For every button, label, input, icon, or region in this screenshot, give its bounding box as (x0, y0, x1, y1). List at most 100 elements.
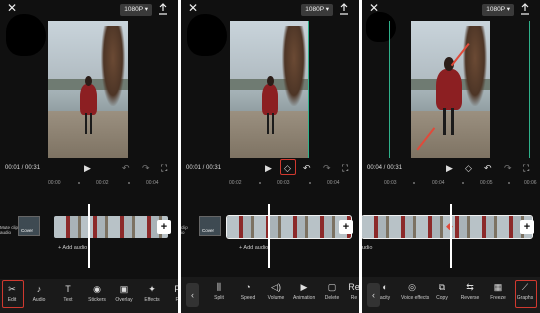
speed-icon: ◔ (245, 282, 251, 292)
replace-label: Re (350, 295, 358, 301)
reverse-tool[interactable]: ⇆ Reverse (459, 281, 481, 301)
close-icon[interactable]: ✕ (188, 2, 198, 14)
resolution-label: 1080P (486, 6, 505, 13)
add-clip-button[interactable]: + (157, 220, 171, 234)
undo-icon[interactable]: ↶ (122, 164, 130, 173)
bottom-toolbar: ✂ Edit ♪ Audio T Text ◉ Stickers ▣ Overlay ✦ E… (0, 279, 178, 313)
resolution-button[interactable]: 1080P ▾ (301, 4, 333, 16)
export-icon[interactable] (158, 3, 168, 15)
undo-icon[interactable]: ↶ (303, 164, 311, 173)
filters-tool[interactable]: FF (166, 283, 178, 303)
frame-edge-line-right (529, 21, 530, 158)
keyframe-icon[interactable]: ◇ (465, 164, 472, 173)
add-audio-button[interactable]: udio (362, 245, 372, 251)
export-icon[interactable] (339, 3, 349, 15)
freeze-icon: ▦ (493, 282, 503, 292)
replace-icon: Re (348, 282, 359, 292)
export-icon[interactable] (520, 3, 530, 15)
freeze-label: Freeze (490, 295, 506, 301)
audio-label: Audio (32, 297, 46, 303)
play-icon[interactable]: ▶ (265, 164, 272, 173)
video-clip-track-selected[interactable] (226, 215, 352, 239)
overlay-label: Overlay (115, 297, 133, 303)
voice-effects-tool[interactable]: ◎ Voice effects (401, 281, 430, 301)
copy-label: Copy (436, 295, 448, 301)
redo-icon[interactable]: ↷ (142, 164, 150, 173)
redacted-blob (366, 12, 396, 42)
cover-button[interactable]: Cover (199, 216, 221, 236)
text-tool[interactable]: T Text (57, 283, 79, 303)
video-clip-track[interactable] (54, 216, 168, 238)
resolution-button[interactable]: 1080P ▾ (482, 4, 514, 16)
opacity-label: acity (379, 295, 391, 301)
person-figure (260, 73, 281, 136)
filters-label: F (175, 297, 178, 303)
redacted-blob (187, 14, 227, 56)
fullscreen-icon[interactable]: ⛶ (523, 164, 529, 173)
replace-tool[interactable]: Re Re (343, 281, 359, 301)
audio-tool[interactable]: ♪ Audio (28, 283, 50, 303)
animation-tool[interactable]: ▶ Animation (293, 281, 315, 301)
frame-edge-line-left (389, 21, 390, 158)
speed-label: Speed (240, 295, 256, 301)
playhead[interactable] (268, 204, 270, 268)
ruler-tick: 00:00 (48, 180, 61, 186)
timeline-ruler: 00:03 00:04 00:05 00:06 (362, 180, 540, 190)
opacity-icon: ◐ (382, 282, 388, 292)
redo-icon[interactable]: ↷ (323, 164, 331, 173)
copy-icon: ⧉ (438, 282, 446, 292)
speed-tool[interactable]: ◔ Speed (237, 281, 259, 301)
play-icon[interactable]: ▶ (84, 164, 91, 173)
person-figure (433, 54, 465, 139)
volume-icon: ◁) (271, 282, 281, 292)
animation-icon: ▶ (300, 282, 308, 292)
copy-tool[interactable]: ⧉ Copy (431, 281, 453, 301)
freeze-tool[interactable]: ▦ Freeze (487, 281, 509, 301)
ruler-tick: 00:04 (432, 180, 445, 186)
ruler-tick: 00:04 (146, 180, 159, 186)
add-audio-button[interactable]: + Add audio (239, 245, 268, 251)
overlay-tool[interactable]: ▣ Overlay (113, 283, 135, 303)
play-icon[interactable]: ▶ (446, 164, 453, 173)
undo-icon[interactable]: ↶ (484, 164, 492, 173)
voice-effects-label: Voice effects (401, 295, 430, 301)
delete-label: Delete (324, 295, 340, 301)
mute-clip-audio-label[interactable]: Mute clip audio (0, 225, 18, 235)
ruler-tick: 00:05 (480, 180, 493, 186)
ruler-tick: 00:02 (96, 180, 109, 186)
back-chevron-icon[interactable]: ‹ (186, 283, 199, 307)
playhead[interactable] (88, 204, 90, 268)
stickers-tool[interactable]: ◉ Stickers (86, 283, 108, 303)
cover-label: Cover (202, 228, 215, 233)
editor-panel-2: ✕ 1080P ▾ 00:01 / 00:31 ▶ ◇ ↶ ↷ ⛶ 00:02 … (181, 0, 359, 313)
playback-time: 00:04 / 00:31 (367, 165, 403, 171)
resolution-button[interactable]: 1080P ▾ (120, 4, 152, 16)
timeline-ruler: 00:02 00:03 00:04 (181, 180, 359, 190)
add-clip-button[interactable]: + (339, 220, 353, 234)
sticker-icon: ◉ (93, 284, 101, 294)
volume-label: Volume (267, 295, 285, 301)
clip-edit-toolbar: ‹ ◐ acity ◎ Voice effects ⧉ Copy ⇆ Reverse ▦… (362, 277, 540, 313)
voice-effects-icon: ◎ (408, 282, 416, 292)
close-icon[interactable]: ✕ (7, 2, 17, 14)
playhead[interactable] (450, 204, 452, 268)
split-label: Split (214, 295, 224, 301)
playback-time: 00:01 / 00:31 (186, 165, 222, 171)
delete-tool[interactable]: ▢ Delete (321, 281, 343, 301)
mute-clip-audio-label[interactable]: clip io (181, 225, 188, 235)
split-tool[interactable]: ⫼ Split (208, 281, 230, 301)
ruler-tick: 00:03 (277, 180, 290, 186)
redo-icon[interactable]: ↷ (504, 164, 512, 173)
add-clip-button[interactable]: + (520, 220, 534, 234)
editor-panel-3: ✕ 1080P ▾ 00:04 / 00:31 ▶ ◇ ↶ ↷ ⛶ 00:03 … (362, 0, 540, 313)
cover-button[interactable]: Cover (18, 216, 40, 236)
add-audio-button[interactable]: + Add audio (58, 245, 87, 251)
fullscreen-icon[interactable]: ⛶ (342, 164, 348, 173)
stickers-label: Stickers (88, 297, 106, 303)
effects-tool[interactable]: ✦ Effects (141, 283, 163, 303)
opacity-tool[interactable]: ◐ acity (374, 281, 396, 301)
volume-tool[interactable]: ◁) Volume (265, 281, 287, 301)
reverse-label: Reverse (460, 295, 480, 301)
fullscreen-icon[interactable]: ⛶ (161, 164, 167, 173)
video-preview-zoomed (411, 21, 490, 158)
